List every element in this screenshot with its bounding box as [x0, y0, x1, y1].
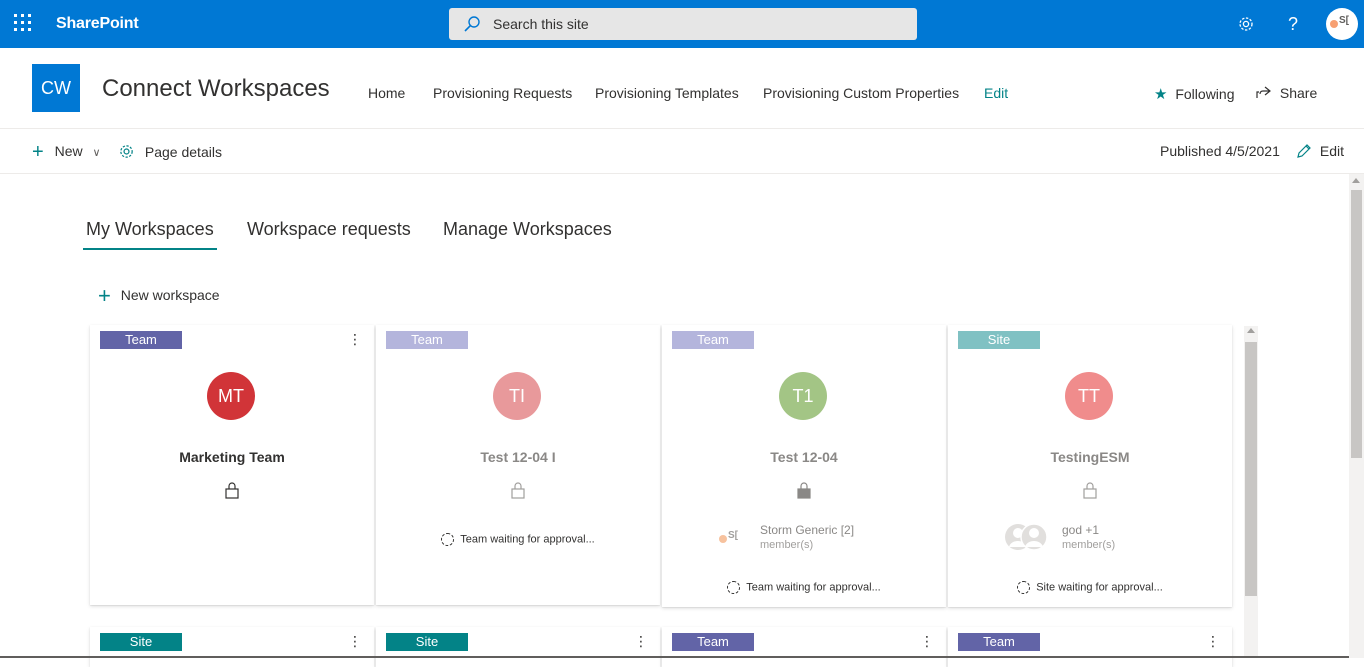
workspace-type-tag: Site: [958, 331, 1040, 349]
workspace-card[interactable]: Team ⋮ MT Marketing Team: [90, 325, 374, 605]
site-title[interactable]: Connect Workspaces: [102, 75, 330, 103]
command-bar: + New ∨ Page details Published 4/5/2021 …: [0, 129, 1364, 174]
search-input[interactable]: [493, 8, 893, 40]
lock-icon: [797, 482, 811, 499]
tab-my-workspaces[interactable]: My Workspaces: [86, 219, 214, 240]
workspace-card[interactable]: Site TT TestingESM god +1 member(s) Site…: [948, 325, 1232, 607]
workspace-avatar: TT: [1065, 372, 1113, 420]
search-box[interactable]: [449, 8, 917, 40]
workspace-type-tag: Team: [958, 633, 1040, 651]
loading-spinner-icon: [727, 581, 741, 594]
chevron-down-icon: ∨: [92, 147, 101, 159]
nav-provisioning-custom-properties[interactable]: Provisioning Custom Properties: [763, 85, 959, 101]
workspace-avatar: T1: [779, 372, 827, 420]
tab-workspace-requests[interactable]: Workspace requests: [247, 219, 411, 240]
workspace-type-tag: Site: [100, 633, 182, 651]
star-icon: ★: [1154, 86, 1168, 103]
new-workspace-label: New workspace: [120, 287, 220, 303]
workspace-avatar: TI: [493, 372, 541, 420]
more-options-icon[interactable]: ⋮: [920, 633, 934, 649]
search-icon: [464, 16, 480, 32]
new-button[interactable]: + New ∨: [32, 142, 101, 162]
member-count-label: member(s): [1062, 539, 1116, 551]
edit-page-button[interactable]: Edit: [1296, 143, 1344, 159]
status-text: Team waiting for approval...: [746, 581, 881, 594]
plus-icon: +: [32, 141, 44, 163]
user-initials: S[: [1339, 15, 1349, 26]
share-button[interactable]: Share: [1256, 85, 1317, 101]
following-button[interactable]: ★ Following: [1154, 85, 1234, 103]
lock-icon: [1083, 482, 1097, 499]
workspace-type-tag: Team: [672, 633, 754, 651]
workspace-name[interactable]: Marketing Team: [90, 449, 374, 465]
member-avatar: S[: [717, 527, 745, 551]
workspace-name[interactable]: Test 12-04: [662, 449, 946, 465]
workspace-card[interactable]: Team ⋮: [662, 627, 946, 667]
more-options-icon[interactable]: ⋮: [348, 633, 362, 649]
edit-label: Edit: [1319, 143, 1345, 159]
user-avatar[interactable]: S[: [1326, 8, 1358, 40]
status-text: Site waiting for approval...: [1036, 581, 1163, 594]
app-launcher-icon[interactable]: [14, 14, 34, 34]
page-scroll-up-arrow-icon[interactable]: [1352, 178, 1360, 183]
pencil-icon: [1297, 144, 1311, 158]
workspace-card[interactable]: Site ⋮: [376, 627, 660, 667]
share-icon: [1256, 86, 1271, 98]
lock-icon: [511, 482, 525, 499]
following-label: Following: [1175, 86, 1235, 102]
nav-edit-link[interactable]: Edit: [984, 85, 1008, 101]
share-label: Share: [1279, 85, 1318, 101]
new-workspace-button[interactable]: + New workspace: [98, 285, 220, 307]
workspace-name[interactable]: TestingESM: [948, 449, 1232, 465]
loading-spinner-icon: [1017, 581, 1031, 594]
site-header: CW Connect Workspaces Home Provisioning …: [0, 48, 1364, 129]
cards-scrollbar-thumb[interactable]: [1245, 342, 1257, 596]
member-count-label: member(s): [760, 539, 814, 551]
gear-icon: [120, 145, 133, 158]
more-options-icon[interactable]: ⋮: [634, 633, 648, 649]
nav-provisioning-templates[interactable]: Provisioning Templates: [595, 85, 739, 101]
suite-bar: SharePoint ? S[: [0, 0, 1364, 48]
member-group-icon: [1005, 523, 1048, 551]
approval-status: Team waiting for approval...: [662, 581, 946, 594]
workspace-card[interactable]: Team ⋮: [948, 627, 1232, 667]
tab-manage-workspaces[interactable]: Manage Workspaces: [443, 219, 612, 240]
page-details-label: Page details: [144, 144, 222, 160]
workspace-card[interactable]: Team T1 Test 12-04 S[ Storm Generic [2] …: [662, 325, 946, 607]
nav-provisioning-requests[interactable]: Provisioning Requests: [433, 85, 572, 101]
member-name: god +1: [1062, 523, 1100, 537]
workspace-avatar: MT: [207, 372, 255, 420]
page-details-button[interactable]: Page details: [118, 143, 222, 160]
workspace-type-tag: Team: [100, 331, 182, 349]
status-text: Team waiting for approval...: [460, 533, 595, 546]
workspace-type-tag: Site: [386, 633, 468, 651]
active-tab-indicator: [83, 248, 217, 250]
more-options-icon[interactable]: ⋮: [1206, 633, 1220, 649]
more-options-icon[interactable]: ⋮: [348, 331, 362, 347]
loading-spinner-icon: [441, 533, 455, 546]
lock-icon: [225, 482, 239, 499]
approval-status: Site waiting for approval...: [948, 581, 1232, 594]
app-name[interactable]: SharePoint: [56, 15, 139, 33]
workspace-card[interactable]: Site ⋮: [90, 627, 374, 667]
nav-home[interactable]: Home: [368, 85, 405, 101]
settings-gear-icon[interactable]: [1234, 12, 1258, 36]
site-logo[interactable]: CW: [32, 64, 80, 112]
published-status: Published 4/5/2021: [1160, 143, 1280, 159]
workspace-card[interactable]: Team TI Test 12-04 I Team waiting for ap…: [376, 325, 660, 605]
workspace-name[interactable]: Test 12-04 I: [376, 449, 660, 465]
help-icon[interactable]: ?: [1281, 12, 1305, 36]
member-name: Storm Generic [2]: [760, 523, 855, 537]
plus-icon: +: [98, 283, 111, 308]
scroll-up-arrow-icon[interactable]: [1247, 328, 1255, 333]
workspace-type-tag: Team: [386, 331, 468, 349]
page-scrollbar-thumb[interactable]: [1351, 190, 1362, 458]
member-initials: S[: [728, 530, 738, 541]
approval-status: Team waiting for approval...: [376, 533, 660, 546]
new-label: New: [54, 143, 83, 159]
workspace-type-tag: Team: [672, 331, 754, 349]
